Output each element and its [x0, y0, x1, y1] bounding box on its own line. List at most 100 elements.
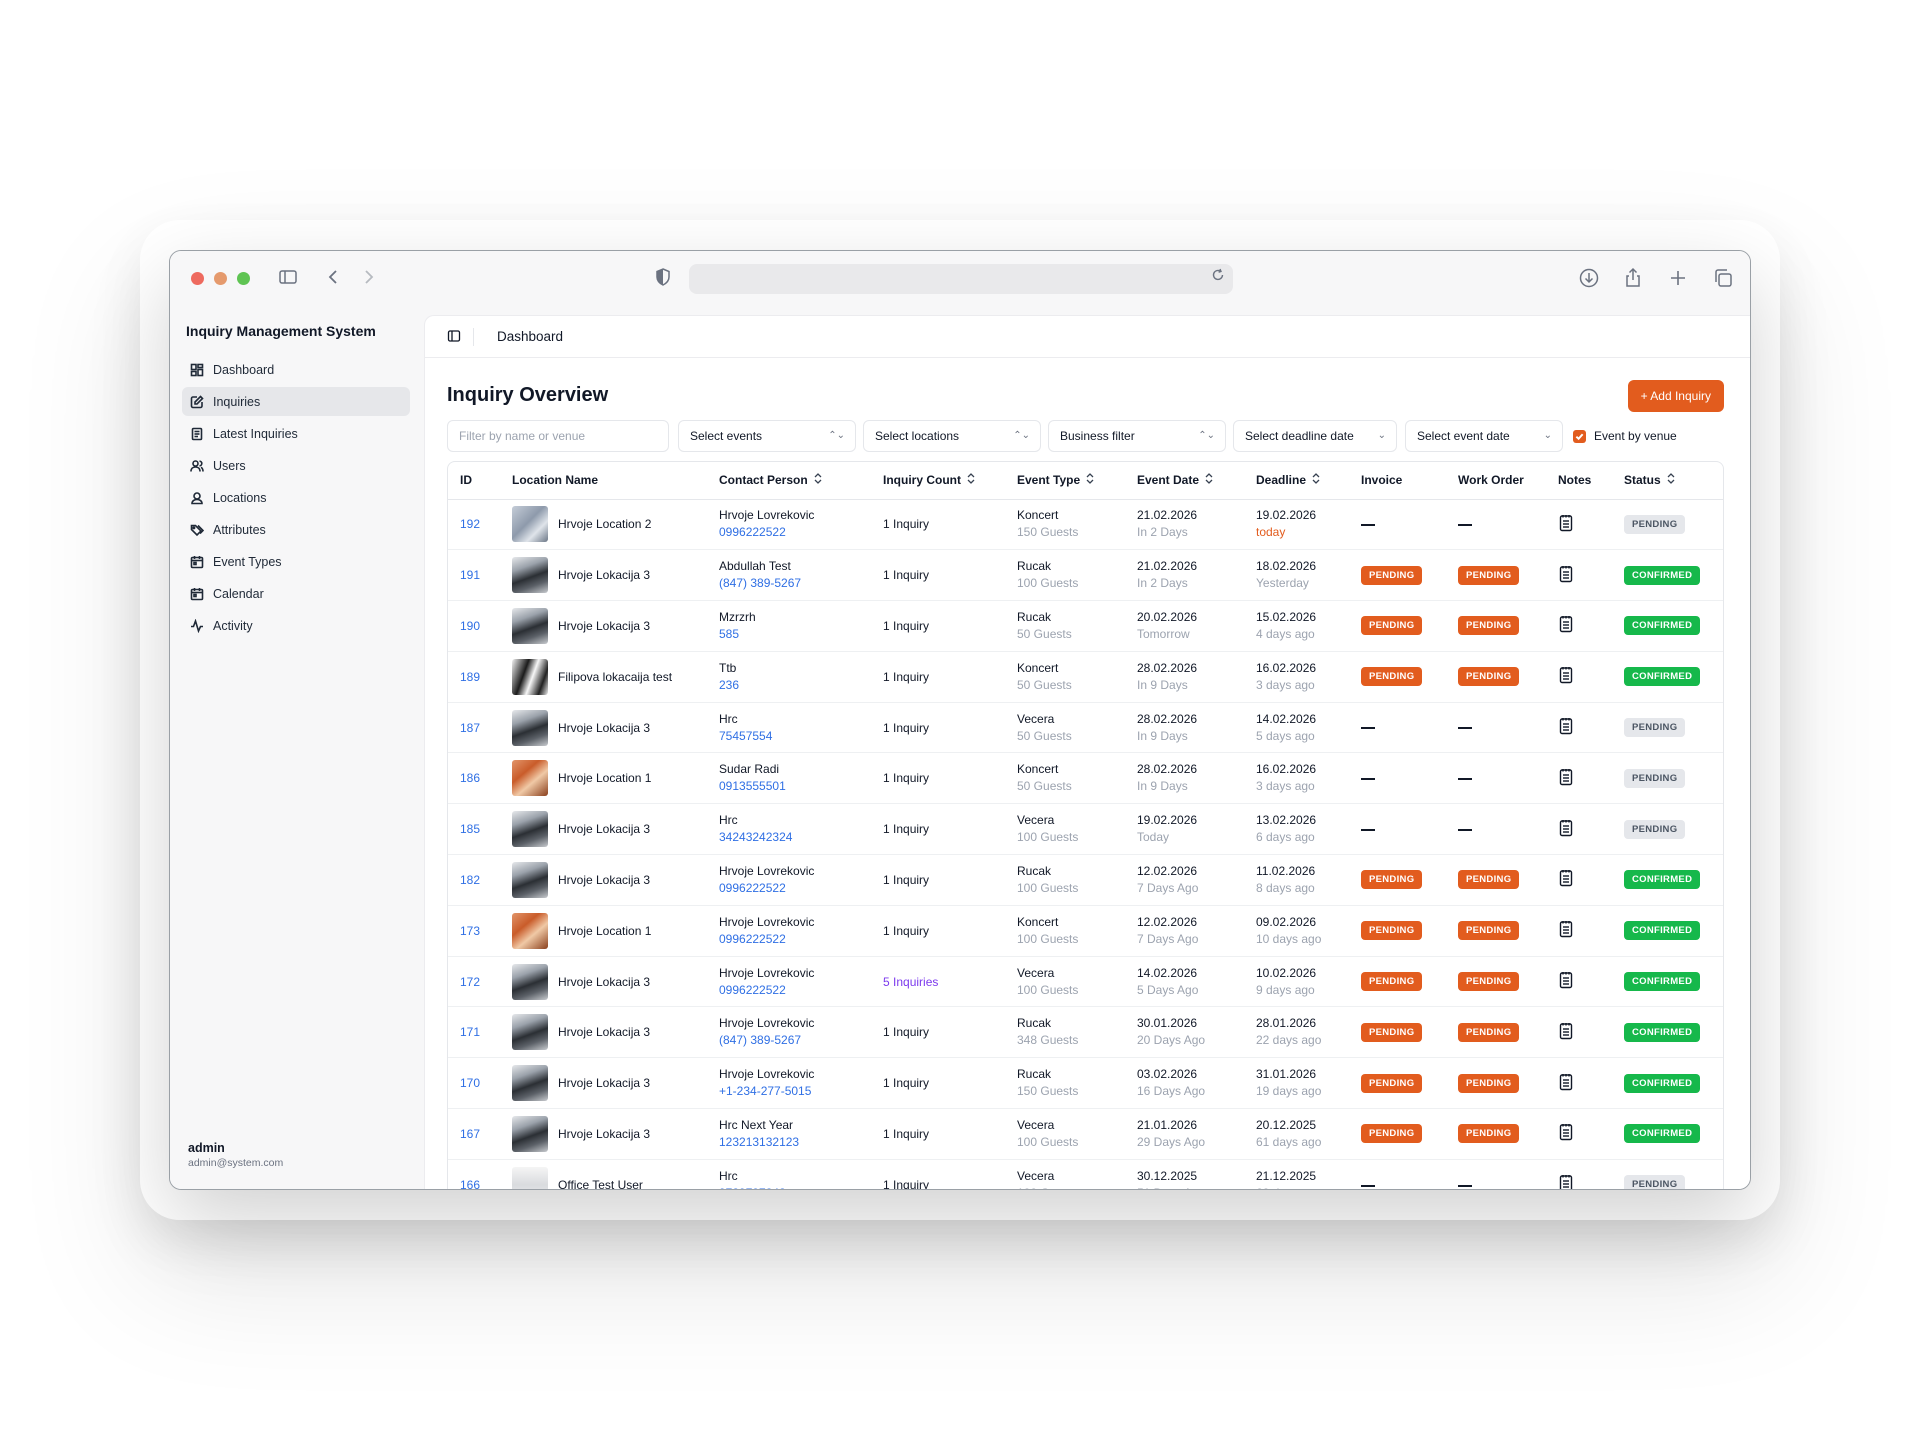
notes-icon[interactable]	[1558, 514, 1574, 535]
sidebar-item-attributes[interactable]: Attributes	[182, 515, 410, 544]
event-by-venue-checkbox[interactable]: Event by venue	[1569, 420, 1719, 452]
inquiry-count[interactable]: 5 Inquiries	[883, 975, 938, 989]
sidebar-item-users[interactable]: Users	[182, 451, 410, 480]
inquiry-id-link[interactable]: 166	[460, 1178, 480, 1189]
inquiry-id-link[interactable]: 192	[460, 517, 480, 531]
notes-icon[interactable]	[1558, 1073, 1574, 1094]
contact-phone-link[interactable]: (847) 389-5267	[719, 1032, 871, 1049]
notes-icon[interactable]	[1558, 1022, 1574, 1043]
inquiry-id-link[interactable]: 173	[460, 924, 480, 938]
notes-icon[interactable]	[1558, 972, 1574, 992]
sidebar-item-inquiries[interactable]: Inquiries	[182, 387, 410, 416]
table-row[interactable]: 171 Hrvoje Lokacija 3 Hrvoje Lovrekovic (84…	[448, 1006, 1723, 1059]
sort-icon[interactable]	[814, 473, 822, 486]
download-icon[interactable]	[1577, 267, 1601, 291]
column-header-event-type[interactable]: Event Type	[1005, 462, 1125, 500]
sidebar-item-activity[interactable]: Activity	[182, 611, 410, 640]
column-header-contact-person[interactable]: Contact Person	[707, 462, 871, 500]
sort-icon[interactable]	[967, 473, 975, 486]
sidebar-item-event-types[interactable]: Event Types	[182, 547, 410, 576]
inquiry-id-link[interactable]: 186	[460, 771, 480, 785]
reload-icon[interactable]	[1211, 268, 1225, 287]
checkbox-checked-icon[interactable]	[1573, 429, 1586, 443]
business-filter-select[interactable]: Business filter ⌃⌄	[1048, 420, 1226, 452]
column-header-event-date[interactable]: Event Date	[1125, 462, 1244, 500]
panel-toggle-icon[interactable]	[447, 329, 461, 343]
contact-phone-link[interactable]: (847) 389-5267	[719, 575, 871, 592]
sidebar-item-latest-inquiries[interactable]: Latest Inquiries	[182, 419, 410, 448]
inquiry-id-link[interactable]: 190	[460, 619, 480, 633]
table-row[interactable]: 191 Hrvoje Lokacija 3 Abdullah Test (847) 3…	[448, 549, 1723, 602]
table-row[interactable]: 166 Office Test User Hrc 9789797343 1 Inquir…	[448, 1159, 1723, 1189]
notes-icon[interactable]	[1558, 819, 1574, 840]
notes-icon[interactable]	[1558, 870, 1574, 890]
inquiry-id-link[interactable]: 185	[460, 822, 480, 836]
inquiry-id-link[interactable]: 189	[460, 670, 480, 684]
close-window-button[interactable]	[191, 272, 204, 285]
inquiry-id-link[interactable]: 191	[460, 568, 480, 582]
contact-phone-link[interactable]: +1-234-277-5015	[719, 1083, 871, 1100]
table-row[interactable]: 172 Hrvoje Lokacija 3 Hrvoje Lovrekovic 099…	[448, 956, 1723, 1008]
table-row[interactable]: 170 Hrvoje Lokacija 3 Hrvoje Lovrekovic +1-…	[448, 1057, 1723, 1110]
sidebar-item-locations[interactable]: Locations	[182, 483, 410, 512]
contact-phone-link[interactable]: 0996222522	[719, 931, 871, 948]
table-row[interactable]: 189 Filipova lokacaija test Ttb 236 1 Inquir…	[448, 651, 1723, 703]
contact-phone-link[interactable]: 123213132123	[719, 1134, 871, 1151]
inquiry-id-link[interactable]: 170	[460, 1076, 480, 1090]
contact-phone-link[interactable]: 236	[719, 677, 871, 694]
share-icon[interactable]	[1621, 267, 1645, 291]
locations-select[interactable]: Select locations ⌃⌄	[863, 420, 1041, 452]
notes-icon[interactable]	[1558, 718, 1574, 738]
table-row[interactable]: 192 Hrvoje Location 2 Hrvoje Lovrekovic 099…	[448, 499, 1723, 551]
notes-icon[interactable]	[1558, 1175, 1574, 1189]
new-tab-icon[interactable]	[1666, 267, 1690, 291]
back-icon[interactable]	[322, 267, 346, 291]
notes-icon[interactable]	[1558, 616, 1574, 636]
add-inquiry-button[interactable]: + Add Inquiry	[1627, 380, 1724, 412]
inquiry-id-link[interactable]: 172	[460, 975, 480, 989]
column-header-status[interactable]: Status	[1612, 462, 1723, 500]
search-input[interactable]: Filter by name or venue	[447, 420, 669, 452]
contact-phone-link[interactable]: 9789797343	[719, 1185, 871, 1189]
minimize-window-button[interactable]	[214, 272, 227, 285]
contact-phone-link[interactable]: 0996222522	[719, 880, 871, 897]
sidebar-item-dashboard[interactable]: Dashboard	[182, 355, 410, 384]
table-row[interactable]: 167 Hrvoje Lokacija 3 Hrc Next Year 1232131…	[448, 1108, 1723, 1160]
breadcrumb[interactable]: Dashboard	[497, 329, 563, 344]
shield-icon[interactable]	[651, 267, 675, 291]
sort-icon[interactable]	[1312, 473, 1320, 486]
notes-icon[interactable]	[1558, 667, 1574, 687]
address-bar[interactable]	[689, 264, 1233, 294]
contact-phone-link[interactable]: 0913555501	[719, 778, 871, 795]
inquiry-id-link[interactable]: 182	[460, 873, 480, 887]
column-header-inquiry-count[interactable]: Inquiry Count	[871, 462, 1005, 500]
inquiry-id-link[interactable]: 167	[460, 1127, 480, 1141]
sidebar-item-calendar[interactable]: Calendar	[182, 579, 410, 608]
contact-phone-link[interactable]: 0996222522	[719, 524, 871, 541]
forward-icon[interactable]	[356, 267, 380, 291]
column-header-deadline[interactable]: Deadline	[1244, 462, 1349, 500]
notes-icon[interactable]	[1558, 921, 1574, 941]
contact-phone-link[interactable]: 585	[719, 626, 871, 643]
contact-phone-link[interactable]: 0996222522	[719, 982, 871, 999]
tabs-overview-icon[interactable]	[1711, 267, 1735, 291]
notes-icon[interactable]	[1558, 768, 1574, 789]
notes-icon[interactable]	[1558, 1124, 1574, 1144]
sort-icon[interactable]	[1205, 473, 1213, 486]
table-row[interactable]: 190 Hrvoje Lokacija 3 Mzrzrh 585 1 Inquiry Ru…	[448, 600, 1723, 652]
contact-phone-link[interactable]: 75457554	[719, 728, 871, 745]
deadline-date-select[interactable]: Select deadline date ⌄	[1233, 420, 1397, 452]
notes-icon[interactable]	[1558, 565, 1574, 586]
table-row[interactable]: 182 Hrvoje Lokacija 3 Hrvoje Lovrekovic 099…	[448, 854, 1723, 906]
table-row[interactable]: 173 Hrvoje Location 1 Hrvoje Lovrekovic 099…	[448, 905, 1723, 957]
user-profile[interactable]: admin admin@system.com	[188, 1141, 283, 1169]
contact-phone-link[interactable]: 34243242324	[719, 829, 871, 846]
sort-icon[interactable]	[1667, 473, 1675, 486]
table-row[interactable]: 185 Hrvoje Lokacija 3 Hrc 34243242324 1 Inqu…	[448, 803, 1723, 856]
inquiry-id-link[interactable]: 187	[460, 721, 480, 735]
table-row[interactable]: 187 Hrvoje Lokacija 3 Hrc 75457554 1 Inquiry…	[448, 702, 1723, 754]
sort-icon[interactable]	[1086, 473, 1094, 486]
table-row[interactable]: 186 Hrvoje Location 1 Sudar Radi 0913555501…	[448, 752, 1723, 805]
maximize-window-button[interactable]	[237, 272, 250, 285]
events-select[interactable]: Select events ⌃⌄	[678, 420, 856, 452]
